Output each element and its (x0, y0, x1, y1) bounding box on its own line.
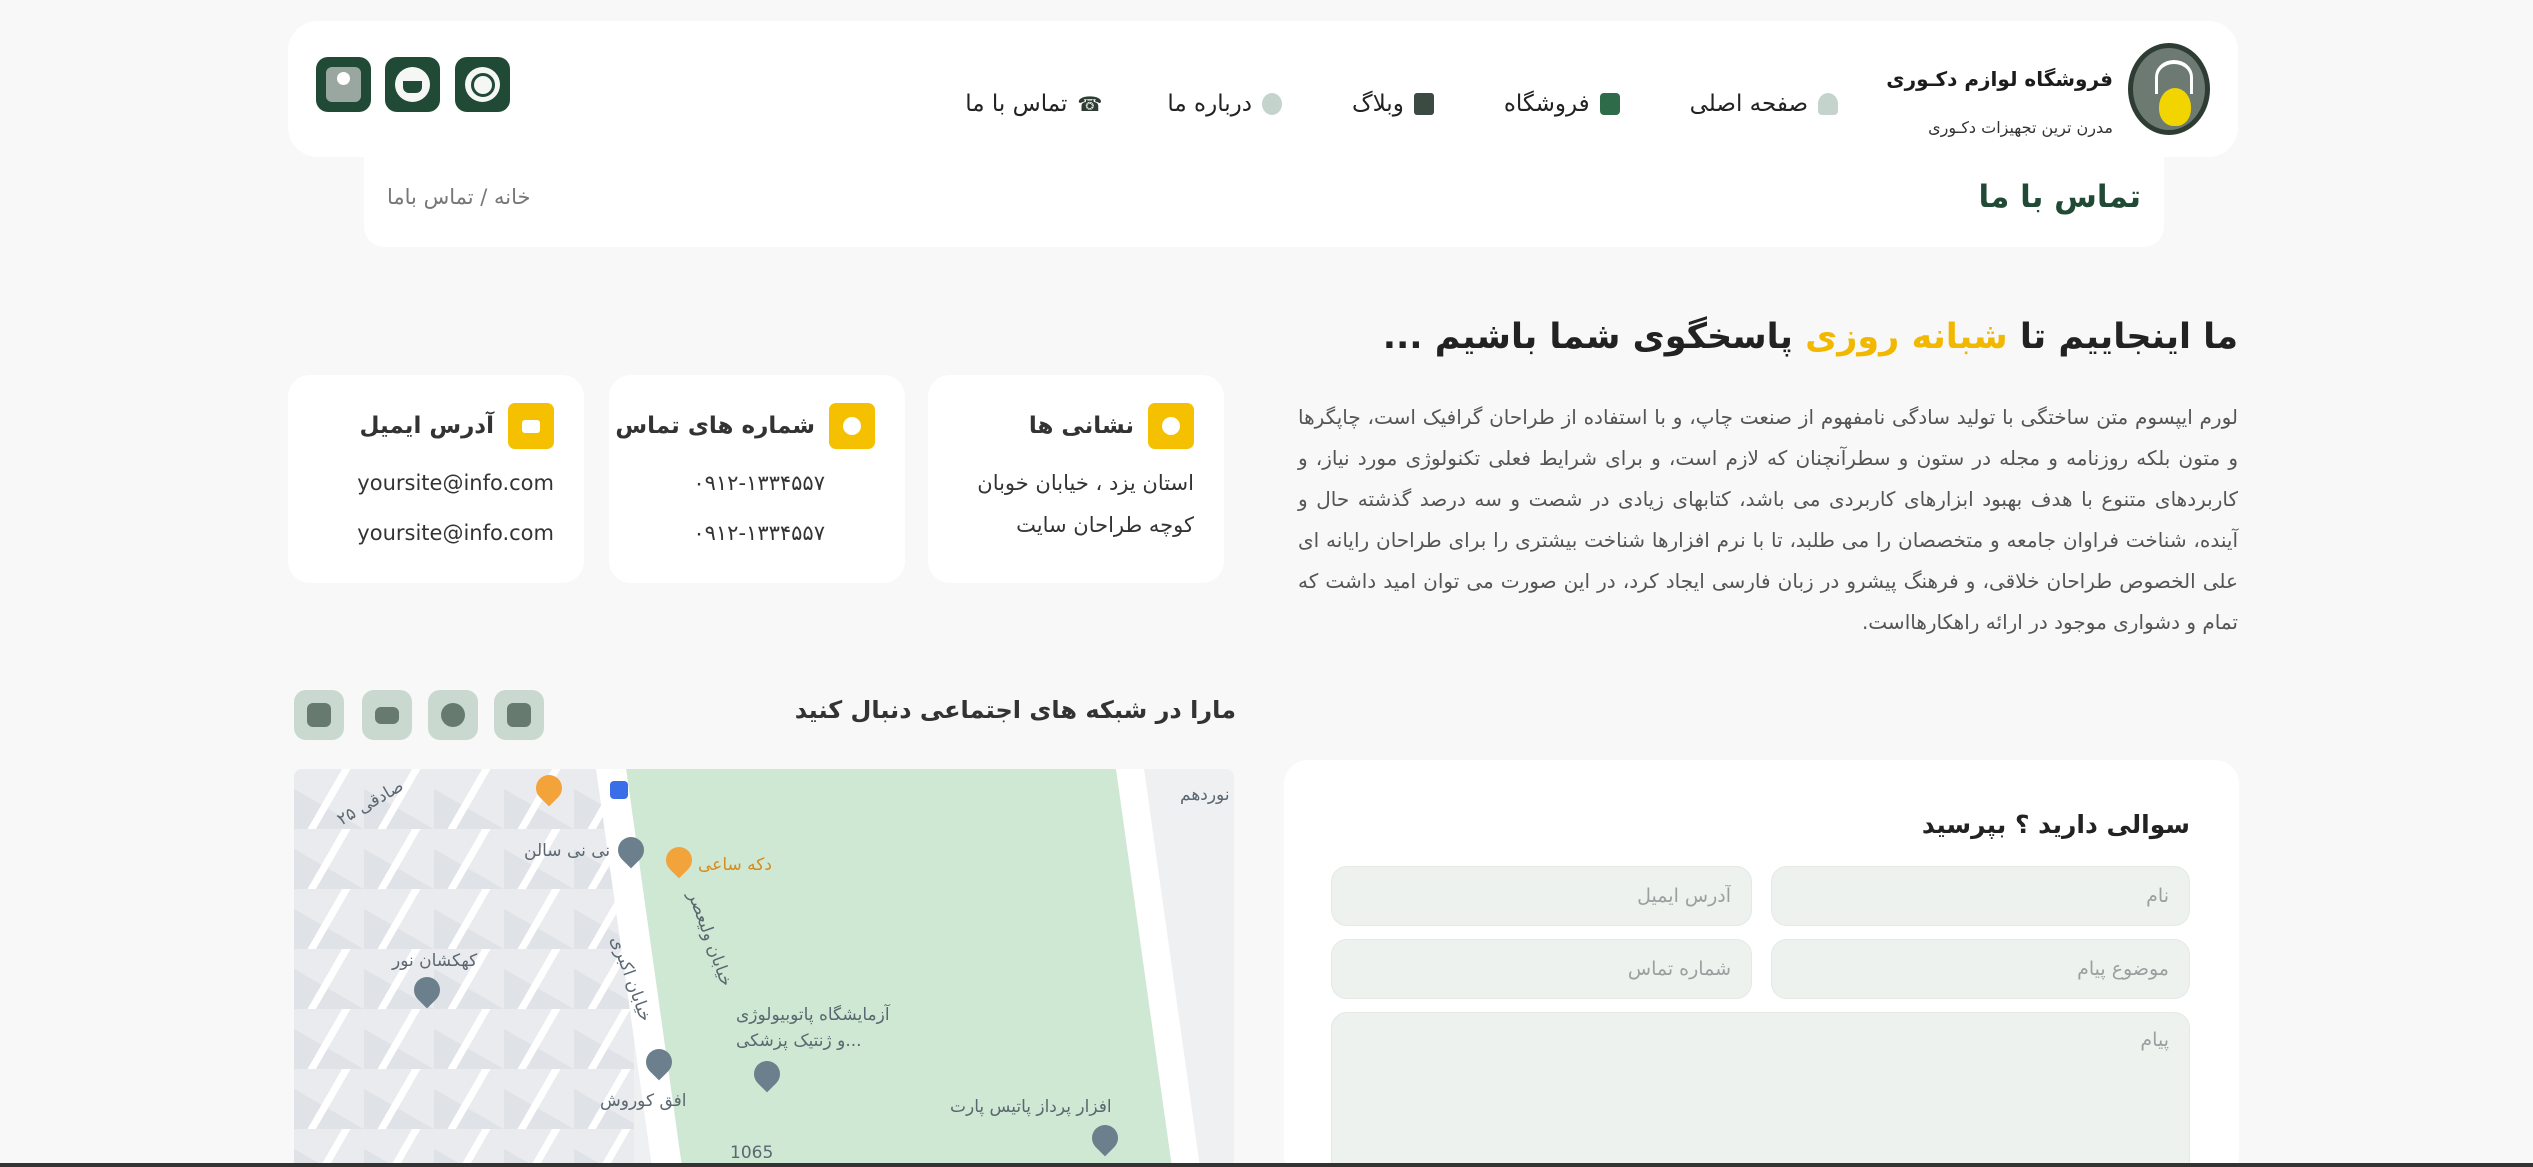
user-icon (326, 67, 361, 102)
page-title: تماس با ما (1978, 179, 2141, 215)
address-line-2: کوچه طراحان سایت (1016, 513, 1194, 537)
info-icon (1261, 93, 1282, 115)
basket-icon (395, 67, 430, 102)
phone-icon (829, 403, 875, 449)
address-card: نشانی ها استان یزد ، خیابان خوبان کوچه ط… (928, 375, 1224, 583)
home-icon (1818, 93, 1838, 115)
email-address-2[interactable]: yoursite@info.com (357, 521, 554, 545)
headline-end: پاسخگوی شما باشیم ... (1382, 317, 1793, 357)
instagram-icon (307, 703, 331, 727)
location-icon (1148, 403, 1194, 449)
shop-icon (1599, 93, 1620, 115)
brand-title[interactable]: فروشگاه لوازم دکـوری (1886, 67, 2113, 91)
page-bottom-divider (0, 1163, 2533, 1167)
mail-icon (508, 403, 554, 449)
address-line-1: استان یزد ، خیابان خوبان (977, 471, 1194, 495)
contact-form: سوالی دارید ؟ بپرسید (1284, 760, 2239, 1167)
nav-label: صفحه اصلی (1689, 91, 1808, 117)
email-field[interactable] (1331, 866, 1752, 926)
facebook-icon (507, 703, 531, 727)
subject-field[interactable] (1771, 939, 2190, 999)
phone-icon: ☎ (1077, 92, 1103, 116)
facebook-button[interactable] (494, 690, 544, 740)
map-label: نی نی سالن (524, 841, 611, 861)
map-label: و ژنتیک پزشکی... (736, 1031, 862, 1051)
youtube-icon (375, 707, 399, 724)
account-button[interactable] (316, 57, 371, 112)
nav-label: تماس با ما (965, 91, 1068, 117)
phones-card: شماره های تماس ۰۹۱۲-۱۳۳۴۵۵۷ ۰۹۱۲-۱۳۳۴۵۵۷ (609, 375, 905, 583)
email-card: آدرس ایمیل yoursite@info.com yoursite@in… (288, 375, 584, 583)
youtube-button[interactable] (362, 690, 412, 740)
map-label: نوردهم (1180, 785, 1230, 805)
phone-number-2[interactable]: ۰۹۱۲-۱۳۳۴۵۵۷ (693, 521, 825, 545)
email-address-1[interactable]: yoursite@info.com (357, 471, 554, 495)
phone-field[interactable] (1331, 939, 1752, 999)
nav-item-shop[interactable]: فروشگاه (1504, 91, 1620, 117)
map-label: افق کوروش (600, 1091, 687, 1111)
nav-label: فروشگاه (1503, 91, 1590, 117)
nav-label: وبلاگ (1351, 91, 1404, 117)
site-header: فروشگاه لوازم دکـوری مدرن ترین تجهیزات د… (288, 21, 2238, 157)
search-icon (465, 67, 500, 102)
message-field[interactable] (1331, 1012, 2190, 1167)
cart-button[interactable] (385, 57, 440, 112)
main-nav: صفحه اصلی فروشگاه وبلاگ درباره ما ☎ تماس… (965, 91, 1838, 117)
logo-icon[interactable] (2128, 43, 2210, 135)
location-map[interactable]: دکه ساعی نی نی سالن کهکشان نور آزمایشگاه… (294, 769, 1234, 1167)
brand-subtitle: مدرن ترین تجهیزات دکـوری (1928, 118, 2113, 137)
nav-item-home[interactable]: صفحه اصلی (1690, 91, 1838, 117)
whatsapp-button[interactable] (428, 690, 478, 740)
breadcrumb-bar: تماس با ما خانه / تماس باما (364, 157, 2164, 247)
instagram-button[interactable] (294, 690, 344, 740)
map-label: کهکشان نور (392, 951, 478, 971)
nav-item-contact[interactable]: ☎ تماس با ما (965, 91, 1103, 117)
map-pin[interactable] (610, 781, 628, 799)
map-label: افزار پرداز پاتیس پارت (950, 1097, 1112, 1117)
nav-item-about[interactable]: درباره ما (1167, 91, 1282, 117)
form-title: سوالی دارید ؟ بپرسید (1921, 810, 2190, 839)
name-field[interactable] (1771, 866, 2190, 926)
nav-label: درباره ما (1167, 91, 1252, 117)
intro-paragraph: لورم ایپسوم متن ساختگی با تولید سادگی نا… (1298, 405, 2238, 634)
phones-title: شماره های تماس (615, 413, 815, 439)
map-label: دکه ساعی (698, 855, 772, 875)
phone-number-1[interactable]: ۰۹۱۲-۱۳۳۴۵۵۷ (693, 471, 825, 495)
address-title: نشانی ها (1028, 413, 1134, 439)
search-button[interactable] (455, 57, 510, 112)
hero-headline: ما اینجاییم تا شبانه روزی پاسخگوی شما با… (1383, 317, 2238, 357)
headline-highlight: شبانه روزی (1805, 317, 2008, 357)
email-title: آدرس ایمیل (359, 413, 494, 439)
nav-item-blog[interactable]: وبلاگ (1352, 91, 1434, 117)
social-title: مارا در شبکه های اجتماعی دنبال کنید (794, 696, 1236, 724)
headline-start: ما اینجاییم تا (2019, 317, 2238, 357)
map-label: 1065 (730, 1143, 774, 1163)
breadcrumb[interactable]: خانه / تماس باما (387, 185, 531, 209)
map-label: آزمایشگاه پاتوبیولوژی (736, 1005, 890, 1025)
whatsapp-icon (441, 703, 465, 727)
blog-icon (1413, 93, 1434, 115)
